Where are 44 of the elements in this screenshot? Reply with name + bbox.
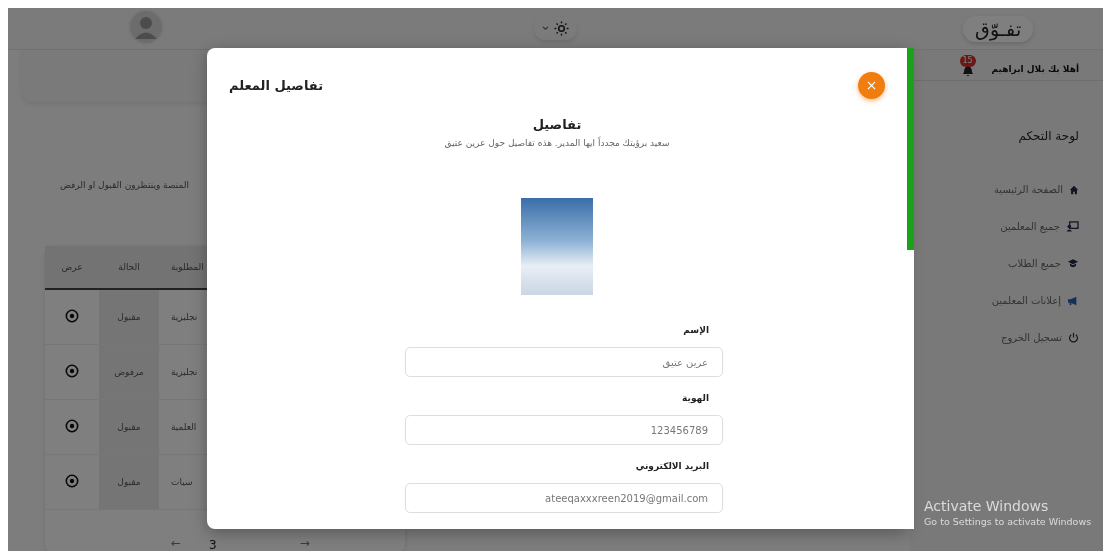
table-cell: مقبول — [99, 399, 159, 455]
modal-title: تفاصيل المعلم — [229, 78, 323, 93]
input-field[interactable]: 123456789 — [405, 415, 723, 445]
section-heading: تفاصيل — [532, 117, 582, 132]
teacher-board-icon — [1066, 221, 1079, 232]
activation-title: Activate Windows — [924, 498, 1050, 514]
eye-icon[interactable] — [65, 309, 79, 323]
input-field[interactable]: ateeqaxxxreen2019@gmail.com — [405, 483, 723, 513]
table-cell: مقبول — [99, 454, 159, 510]
sidebar-heading: لوحة التحكم — [1017, 129, 1079, 143]
eye-icon[interactable] — [65, 419, 79, 433]
field-label: الهوية — [681, 393, 710, 403]
chevron-down-icon[interactable] — [542, 26, 549, 31]
home-icon — [1069, 184, 1079, 195]
field-label: الإسم — [682, 325, 710, 335]
megaphone-icon — [1067, 295, 1079, 306]
description-text: المنصة وينتظرون القبول او الرفض — [60, 180, 189, 190]
power-icon — [1068, 332, 1079, 343]
eye-icon[interactable] — [65, 364, 79, 378]
sidebar-link[interactable]: الصفحة الرئيسية — [994, 184, 1063, 195]
scrollbar-thumb[interactable] — [907, 48, 914, 250]
table-cell: مقبول — [99, 289, 159, 345]
activation-text: Go to Settings to activate Windows — [924, 516, 1092, 527]
greeting-text: أهلا بك بلال ابراهيم — [991, 64, 1079, 74]
close-button[interactable] — [858, 72, 885, 99]
eye-icon[interactable] — [65, 474, 79, 488]
table-cell: مرفوض — [99, 344, 159, 400]
graduation-cap-icon — [1067, 258, 1079, 269]
sun-icon — [554, 21, 569, 36]
input-field[interactable]: عرين عتيق — [405, 347, 723, 377]
sidebar-link[interactable]: جميع الطلاب — [1008, 258, 1061, 269]
sidebar-link[interactable]: إعلانات المعلمين — [991, 295, 1061, 306]
theme-toggle[interactable] — [534, 17, 577, 40]
page-number: 3 — [209, 538, 217, 551]
column-header: الحالة — [99, 246, 159, 289]
notification-badge: 15 — [959, 55, 976, 67]
field-label: البريد الالكتروني — [634, 461, 710, 471]
sidebar-link[interactable]: تسجيل الخروج — [1001, 332, 1062, 343]
bell-icon[interactable] — [961, 65, 974, 77]
sidebar-link[interactable]: جميع المعلمين — [1000, 221, 1060, 232]
column-header: عرض — [45, 246, 99, 289]
close-icon — [867, 81, 876, 90]
app-logo[interactable]: تفـوّق — [963, 15, 1033, 42]
section-subtitle: سعيد برؤيتك مجدداً ايها المدير. هذه تفاصيل حول عرين عتيق — [444, 138, 670, 148]
